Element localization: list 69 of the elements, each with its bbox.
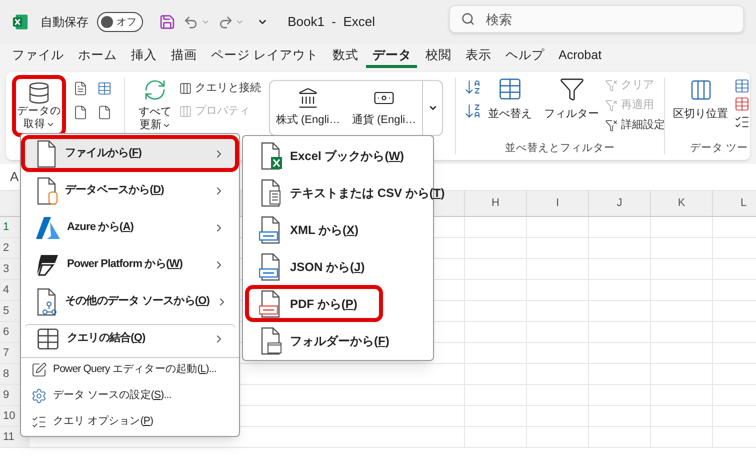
text-file-icon [259,178,283,206]
filter-small-icon [605,98,618,112]
column-header[interactable]: L [712,191,756,216]
editor-icon [31,362,47,378]
ribbon-tab[interactable]: 校閲 [419,46,458,68]
column-header[interactable]: K [650,191,712,216]
ribbon-tab[interactable]: ホーム [72,46,123,68]
save-icon[interactable] [158,13,176,31]
autosave-label: 自動保存 [40,14,89,31]
window-title: Book1 - Excel [288,13,375,32]
settings-icon [31,388,47,404]
filter-small-icon [605,78,618,92]
ribbon-tab[interactable]: 挿入 [125,46,163,68]
bank-icon [297,87,319,110]
power-platform-icon [35,252,61,276]
submenu-item[interactable]: JSON から(J) [245,248,391,285]
connected-file-icon [35,288,59,316]
ribbon-tab[interactable]: Acrobat [552,46,608,68]
query-command[interactable]: クエリと接続 [179,78,261,98]
filter-button[interactable]: フィルター [544,76,599,122]
refresh-icon [143,78,167,102]
group-label: データ ツー [689,141,749,156]
text-to-columns-button[interactable]: 区切り位置 [673,78,728,122]
group-label: 並べ替えとフィルター [504,141,616,156]
ribbon-tab[interactable]: ページ レイアウト [205,46,324,68]
undo-icon[interactable] [183,14,199,30]
columns-icon [688,78,712,102]
folder-file-icon [259,326,283,354]
menu-item[interactable]: データベースから(D) [21,172,239,209]
submenu-item[interactable]: PDF から(P) [245,285,384,322]
submenu-item[interactable]: XML から(X) [245,211,384,248]
data-validation-icon[interactable] [734,114,750,130]
filter-command[interactable]: 詳細設定 [605,116,665,134]
sort-descending-icon[interactable] [464,102,482,120]
data-type-button[interactable]: 通貨 (Engli… [346,81,422,135]
filter-small-icon [605,118,618,132]
database-file-icon [35,176,59,204]
ribbon-tab[interactable]: ヘルプ [499,46,550,68]
column-header[interactable]: I [526,191,588,216]
search-icon [461,12,475,26]
excel-logo-icon [12,13,29,31]
name-box[interactable]: A [10,167,19,187]
database-icon [27,81,51,105]
sort-button[interactable]: 並べ替え [488,76,532,122]
sort-ascending-icon[interactable] [464,78,482,96]
ribbon-tab[interactable]: 描画 [165,46,203,68]
autosave-toggle[interactable]: オフ [96,12,143,32]
redo-icon[interactable] [218,14,234,30]
filter-icon [558,76,584,102]
ribbon-tab[interactable]: ファイル [6,46,70,68]
menu-item[interactable]: ファイルから(F) [21,135,239,172]
caret-icon [46,120,54,129]
search-field[interactable]: 検索 [449,5,744,33]
caret-icon [428,103,438,113]
sort-table-icon [497,76,523,102]
caret-icon [162,121,170,130]
panel-icon [179,82,192,94]
submenu-item[interactable]: Excel ブックから(W) [245,137,430,174]
excel-file-icon [259,142,283,170]
ribbon-tab[interactable]: 表示 [459,46,498,68]
submenu-item[interactable]: フォルダーから(F) [245,322,416,359]
options-icon [31,414,47,430]
azure-icon [35,216,61,240]
refresh-all-button[interactable]: すべて 更新 [135,78,175,132]
column-header[interactable]: H [464,191,526,216]
panel-icon [179,104,192,118]
column-header[interactable]: J [588,191,650,216]
ribbon-tab[interactable]: 数式 [326,46,364,68]
data-type-button[interactable]: 株式 (Engli… [270,81,346,135]
